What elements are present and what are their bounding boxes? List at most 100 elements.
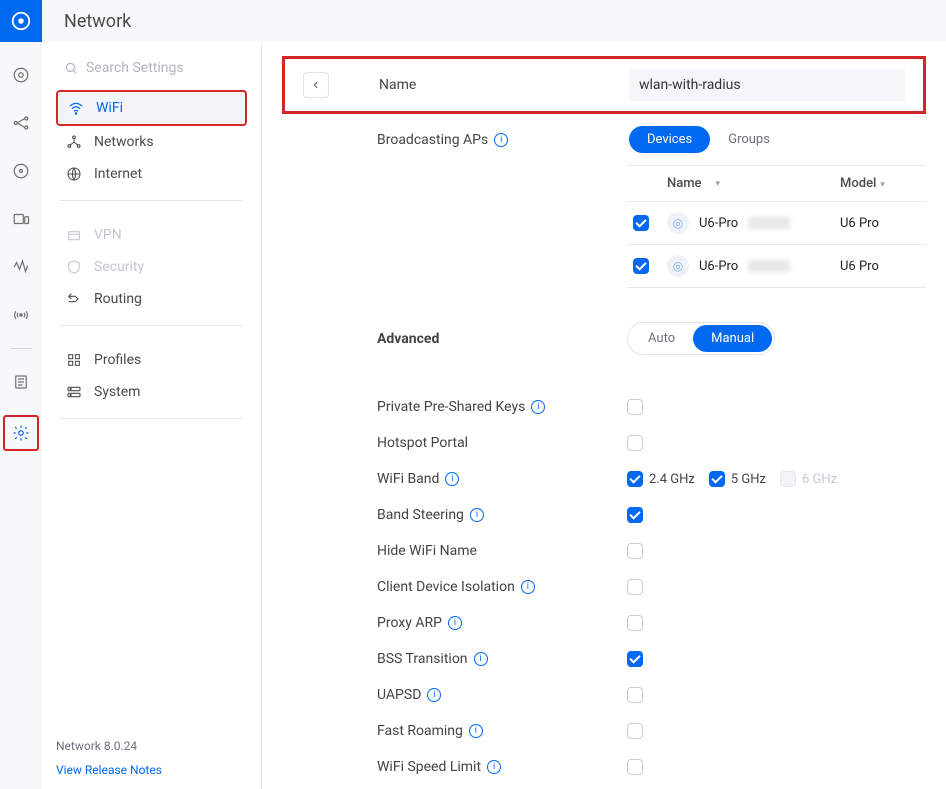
row-checkbox[interactable]	[633, 258, 649, 274]
sidebar-label: Routing	[94, 291, 142, 307]
band-5-checkbox[interactable]	[709, 471, 725, 487]
tab-auto[interactable]: Auto	[630, 325, 693, 352]
chevron-down-icon: ▾	[880, 180, 885, 190]
name-label: Name	[379, 77, 629, 93]
chevron-left-icon	[311, 80, 321, 90]
table-row[interactable]: ◎U6-Pro U6 Pro	[627, 245, 926, 288]
release-notes-link[interactable]: View Release Notes	[56, 763, 247, 777]
info-icon[interactable]: i	[531, 400, 545, 414]
col-model[interactable]: Model▾	[840, 176, 920, 191]
steering-label: Band Steeringi	[377, 507, 627, 523]
sidebar-item-profiles[interactable]: Profiles	[56, 344, 247, 376]
rail-traffic-icon[interactable]	[6, 252, 36, 282]
info-icon[interactable]: i	[474, 652, 488, 666]
sidebar-label: Internet	[94, 166, 142, 182]
sidebar-item-networks[interactable]: Networks	[56, 126, 247, 158]
settings-sidebar: WiFi Networks Internet VPN Security	[42, 42, 262, 789]
tab-groups[interactable]: Groups	[710, 126, 788, 153]
rail-settings-icon[interactable]	[3, 415, 39, 451]
name-row-highlight: Name	[282, 56, 926, 114]
steering-checkbox[interactable]	[627, 507, 643, 523]
tab-manual[interactable]: Manual	[693, 325, 772, 352]
band-label: WiFi Bandi	[377, 471, 627, 487]
band-24-checkbox[interactable]	[627, 471, 643, 487]
wifi-icon	[68, 100, 84, 116]
proxyarp-label: Proxy ARPi	[377, 615, 627, 631]
redacted-text	[748, 260, 790, 272]
sidebar-label: Profiles	[94, 352, 141, 368]
info-icon[interactable]: i	[469, 724, 483, 738]
nav-rail	[0, 0, 42, 789]
search-input[interactable]	[86, 60, 239, 76]
ap-name: U6-Pro	[699, 259, 738, 274]
search-wrap[interactable]	[56, 54, 247, 82]
table-row[interactable]: ◎U6-Pro U6 Pro	[627, 202, 926, 245]
sidebar-item-internet[interactable]: Internet	[56, 158, 247, 190]
info-icon[interactable]: i	[448, 616, 462, 630]
ap-icon: ◎	[667, 212, 689, 234]
ap-icon: ◎	[667, 255, 689, 277]
uapsd-checkbox[interactable]	[627, 687, 643, 703]
speedlimit-label: WiFi Speed Limiti	[377, 759, 627, 775]
rail-logs-icon[interactable]	[6, 367, 36, 397]
rail-radio-icon[interactable]	[6, 300, 36, 330]
app-logo[interactable]	[0, 0, 42, 42]
system-icon	[66, 384, 82, 400]
proxyarp-checkbox[interactable]	[627, 615, 643, 631]
sidebar-label: VPN	[94, 227, 122, 243]
rail-dashboard-icon[interactable]	[6, 60, 36, 90]
ap-table: Name▾ Model▾ ◎U6-Pro U6 Pro ◎U6-Pro U6 P…	[627, 165, 926, 288]
sidebar-label: WiFi	[96, 100, 123, 116]
sidebar-item-system[interactable]: System	[56, 376, 247, 408]
version-text: Network 8.0.24	[56, 739, 247, 753]
shield-icon	[66, 259, 82, 275]
row-checkbox[interactable]	[633, 215, 649, 231]
sidebar-label: System	[94, 384, 140, 400]
advanced-tabs: Auto Manual	[627, 322, 775, 355]
info-icon[interactable]: i	[445, 472, 459, 486]
speedlimit-checkbox[interactable]	[627, 759, 643, 775]
advanced-heading: Advanced	[377, 331, 627, 347]
hotspot-label: Hotspot Portal	[377, 435, 627, 451]
info-icon[interactable]: i	[427, 688, 441, 702]
info-icon[interactable]: i	[521, 580, 535, 594]
bss-checkbox[interactable]	[627, 651, 643, 667]
ppsk-checkbox[interactable]	[627, 399, 643, 415]
isolation-checkbox[interactable]	[627, 579, 643, 595]
rail-devices-icon[interactable]	[6, 204, 36, 234]
hide-label: Hide WiFi Name	[377, 543, 627, 559]
bss-label: BSS Transitioni	[377, 651, 627, 667]
fastroam-label: Fast Roamingi	[377, 723, 627, 739]
sidebar-item-security[interactable]: Security	[56, 251, 247, 283]
wifi-name-input[interactable]	[629, 69, 905, 101]
band-6-checkbox	[780, 471, 796, 487]
info-icon[interactable]: i	[494, 133, 508, 147]
networks-icon	[66, 134, 82, 150]
page-header: Network	[42, 0, 946, 42]
info-icon[interactable]: i	[487, 760, 501, 774]
uapsd-label: UAPSDi	[377, 687, 627, 703]
main-panel: Name Broadcasting APs i Devices Groups N…	[262, 42, 946, 789]
sidebar-label: Networks	[94, 134, 154, 150]
broadcast-tabs: Devices Groups	[627, 124, 790, 155]
sidebar-label: Security	[94, 259, 144, 275]
profiles-icon	[66, 352, 82, 368]
rail-topology-icon[interactable]	[6, 108, 36, 138]
sidebar-item-wifi[interactable]: WiFi	[56, 90, 247, 126]
ppsk-label: Private Pre-Shared Keysi	[377, 399, 627, 415]
tab-devices[interactable]: Devices	[629, 126, 710, 153]
rail-gateway-icon[interactable]	[6, 156, 36, 186]
info-icon[interactable]: i	[470, 508, 484, 522]
hotspot-checkbox[interactable]	[627, 435, 643, 451]
internet-icon	[66, 166, 82, 182]
col-name[interactable]: Name▾	[667, 176, 840, 191]
routing-icon	[66, 291, 82, 307]
broadcasting-label: Broadcasting APs i	[377, 132, 627, 148]
vpn-icon	[66, 227, 82, 243]
sidebar-item-vpn[interactable]: VPN	[56, 219, 247, 251]
fastroam-checkbox[interactable]	[627, 723, 643, 739]
hide-checkbox[interactable]	[627, 543, 643, 559]
sidebar-item-routing[interactable]: Routing	[56, 283, 247, 315]
back-button[interactable]	[303, 72, 329, 98]
ap-name: U6-Pro	[699, 216, 738, 231]
